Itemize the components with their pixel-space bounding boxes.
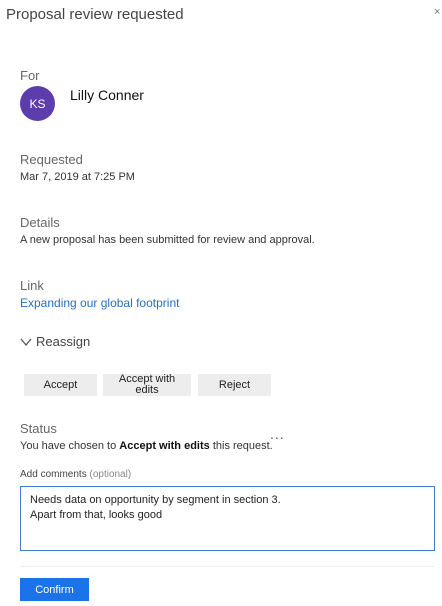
details-label: Details bbox=[20, 215, 60, 230]
proposal-link[interactable]: Expanding our global footprint bbox=[20, 296, 179, 310]
requested-label: Requested bbox=[20, 152, 83, 167]
accept-with-edits-label: Accept with edits bbox=[118, 373, 176, 396]
close-icon[interactable]: × bbox=[434, 6, 440, 18]
status-choice: Accept with edits bbox=[119, 440, 210, 452]
reject-button[interactable]: Reject bbox=[198, 374, 271, 396]
confirm-button[interactable]: Confirm bbox=[20, 578, 89, 601]
status-label: Status bbox=[20, 421, 57, 436]
comments-label: Add comments (optional) bbox=[20, 469, 132, 480]
avatar-initials: KS bbox=[29, 96, 46, 111]
accept-with-edits-button[interactable]: Accept with edits bbox=[103, 374, 191, 396]
page-title: Proposal review requested bbox=[6, 6, 184, 23]
chevron-down-icon bbox=[20, 338, 32, 346]
details-value: A new proposal has been submitted for re… bbox=[20, 234, 315, 246]
comments-input[interactable]: Needs data on opportunity by segment in … bbox=[20, 486, 435, 551]
reassign-toggle[interactable]: Reassign bbox=[20, 334, 90, 349]
accept-button[interactable]: Accept bbox=[24, 374, 97, 396]
requested-value: Mar 7, 2019 at 7:25 PM bbox=[20, 171, 135, 183]
link-label: Link bbox=[20, 278, 44, 293]
divider bbox=[20, 566, 435, 567]
proposal-review-panel: Proposal review requested × For KS Lilly… bbox=[0, 0, 442, 606]
avatar: KS bbox=[20, 86, 55, 121]
status-text: You have chosen to Accept with edits thi… bbox=[20, 440, 273, 452]
for-label: For bbox=[20, 68, 40, 83]
reassign-label: Reassign bbox=[36, 334, 91, 349]
person-name: Lilly Conner bbox=[70, 87, 144, 103]
